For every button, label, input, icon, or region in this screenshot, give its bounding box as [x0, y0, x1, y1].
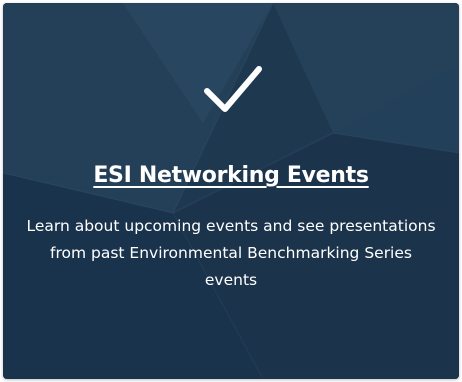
card-description: Learn about upcoming events and see pres… — [26, 217, 436, 289]
card-content: ESI Networking Events Learn about upcomi… — [3, 3, 459, 379]
card-title-link[interactable]: ESI Networking Events — [3, 163, 459, 188]
checkmark-icon — [204, 66, 262, 112]
page: ESI Networking Events Learn about upcomi… — [0, 0, 462, 382]
esi-networking-events-card[interactable]: ESI Networking Events Learn about upcomi… — [3, 3, 459, 379]
